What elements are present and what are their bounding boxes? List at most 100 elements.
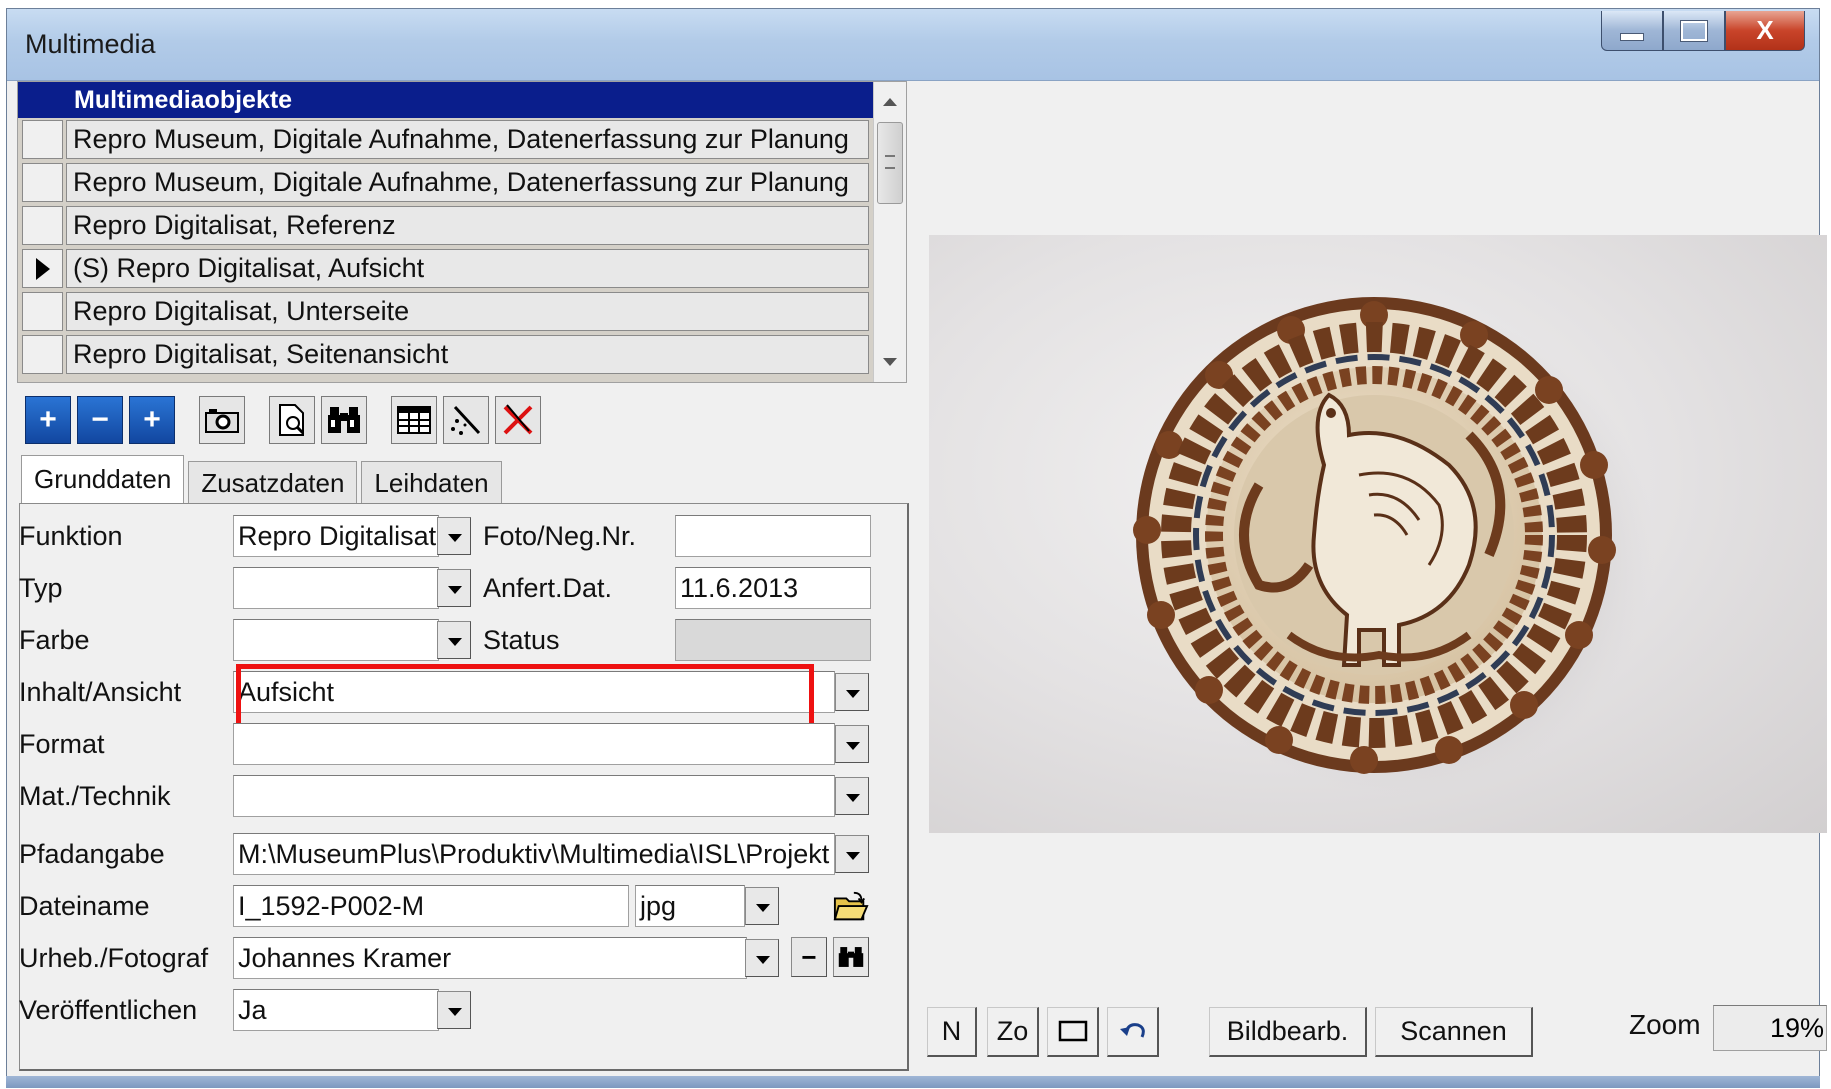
minimize-icon bbox=[1620, 32, 1644, 41]
dateiname-label: Dateiname bbox=[19, 891, 150, 921]
list-row[interactable]: Repro Digitalisat, Unterseite bbox=[18, 290, 873, 333]
typ-select[interactable] bbox=[233, 567, 439, 609]
search-button[interactable] bbox=[321, 396, 367, 444]
record-toolbar: + − + bbox=[25, 393, 547, 447]
list-row[interactable]: Repro Museum, Digitale Aufnahme, Datener… bbox=[18, 161, 873, 204]
add-copy-button[interactable]: + bbox=[129, 396, 175, 444]
typ-dropdown-button[interactable] bbox=[437, 569, 471, 607]
inhalt-ansicht-dropdown-button[interactable] bbox=[835, 673, 869, 711]
inhalt-ansicht-select[interactable]: Aufsicht bbox=[233, 671, 835, 713]
funktion-dropdown-button[interactable] bbox=[437, 517, 471, 555]
list-cell[interactable]: Repro Museum, Digitale Aufnahme, Datener… bbox=[66, 120, 869, 159]
mat-technik-label: Mat./Technik bbox=[19, 781, 171, 811]
maximize-button[interactable] bbox=[1663, 11, 1725, 51]
remove-photographer-button[interactable]: − bbox=[791, 937, 827, 977]
image-preview[interactable] bbox=[929, 235, 1827, 833]
anfert-dat-input[interactable]: 11.6.2013 bbox=[675, 567, 871, 609]
list-row[interactable]: Repro Digitalisat, Referenz bbox=[18, 204, 873, 247]
n-button[interactable]: N bbox=[927, 1007, 977, 1057]
tab-grunddaten[interactable]: Grunddaten bbox=[21, 455, 185, 505]
urheber-fotograf-label: Urheb./Fotograf bbox=[19, 943, 209, 973]
undo-icon bbox=[1119, 1023, 1145, 1038]
remove-button[interactable]: − bbox=[77, 396, 123, 444]
camera-icon bbox=[205, 409, 239, 433]
add-button[interactable]: + bbox=[25, 396, 71, 444]
binoculars-icon bbox=[838, 947, 864, 967]
minimize-button[interactable] bbox=[1601, 11, 1663, 51]
tab-zusatzdaten[interactable]: Zusatzdaten bbox=[188, 461, 358, 505]
add-icon: + bbox=[39, 403, 57, 436]
table-view-button[interactable] bbox=[391, 396, 437, 444]
zoom-value-field[interactable]: 19% bbox=[1713, 1005, 1827, 1051]
veroeffentlichen-dropdown-button[interactable] bbox=[437, 991, 471, 1029]
extension-dropdown-button[interactable] bbox=[745, 887, 779, 925]
zoom-button[interactable]: Zo bbox=[987, 1007, 1039, 1057]
tab-bar: Grunddaten Zusatzdaten Leihdaten bbox=[21, 455, 506, 505]
row-selector[interactable] bbox=[22, 163, 63, 202]
foto-neg-input[interactable] bbox=[675, 515, 871, 557]
funktion-select[interactable]: Repro Digitalisat bbox=[233, 515, 439, 557]
rectangle-icon bbox=[1058, 1020, 1087, 1042]
camera-button[interactable] bbox=[199, 396, 245, 444]
scroll-up-icon[interactable] bbox=[883, 98, 897, 106]
mat-technik-dropdown-button[interactable] bbox=[835, 777, 869, 815]
zoom-label: Zoom bbox=[1629, 1009, 1701, 1040]
anfert-dat-label: Anfert.Dat. bbox=[483, 573, 613, 603]
scroll-thumb[interactable] bbox=[877, 122, 903, 204]
urheber-fotograf-select[interactable]: Johannes Kramer bbox=[233, 937, 747, 979]
pfadangabe-select[interactable]: M:\MuseumPlus\Produktiv\Multimedia\ISL\P… bbox=[233, 833, 835, 875]
list-row[interactable]: Repro Digitalisat, Seitenansicht bbox=[18, 333, 873, 376]
row-selector[interactable] bbox=[22, 120, 63, 159]
preview-button[interactable] bbox=[269, 396, 315, 444]
farbe-label: Farbe bbox=[19, 625, 90, 655]
veroeffentlichen-select[interactable]: Ja bbox=[233, 989, 439, 1031]
scroll-down-icon[interactable] bbox=[883, 358, 897, 366]
magic-wand-icon bbox=[451, 405, 481, 435]
row-selector[interactable] bbox=[22, 335, 63, 374]
magic-wand-button[interactable] bbox=[443, 396, 489, 444]
list-scrollbar[interactable] bbox=[873, 82, 906, 382]
search-photographer-button[interactable] bbox=[833, 937, 869, 977]
extension-select[interactable]: jpg bbox=[635, 885, 745, 927]
funktion-label: Funktion bbox=[19, 521, 123, 551]
row-selector-current[interactable] bbox=[22, 249, 63, 288]
list-cell[interactable]: Repro Digitalisat, Seitenansicht bbox=[66, 335, 869, 374]
list-row[interactable]: Repro Museum, Digitale Aufnahme, Datener… bbox=[18, 118, 873, 161]
remove-icon: − bbox=[91, 403, 109, 436]
row-selector[interactable] bbox=[22, 292, 63, 331]
undo-button[interactable] bbox=[1107, 1007, 1159, 1057]
frame-button[interactable] bbox=[1047, 1007, 1099, 1057]
pfadangabe-label: Pfadangabe bbox=[19, 839, 165, 869]
list-header: Multimediaobjekte bbox=[18, 82, 873, 118]
mat-technik-select[interactable] bbox=[233, 775, 835, 817]
list-cell[interactable]: Repro Museum, Digitale Aufnahme, Datener… bbox=[66, 163, 869, 202]
title-bar[interactable]: Multimedia X bbox=[7, 9, 1819, 81]
list-row-selected[interactable]: (S) Repro Digitalisat, Aufsicht bbox=[18, 247, 873, 290]
foto-neg-label: Foto/Neg.Nr. bbox=[483, 521, 637, 551]
window-title: Multimedia bbox=[25, 29, 156, 59]
open-folder-button[interactable] bbox=[833, 887, 869, 927]
close-button[interactable]: X bbox=[1725, 11, 1805, 51]
open-folder-icon bbox=[833, 891, 869, 921]
window-controls: X bbox=[1601, 11, 1805, 53]
scannen-button[interactable]: Scannen bbox=[1375, 1007, 1533, 1057]
delete-link-button[interactable] bbox=[495, 396, 541, 444]
inhalt-ansicht-label: Inhalt/Ansicht bbox=[19, 677, 182, 707]
row-selector[interactable] bbox=[22, 206, 63, 245]
document-preview-icon bbox=[279, 404, 305, 436]
tab-leihdaten[interactable]: Leihdaten bbox=[361, 461, 502, 505]
farbe-dropdown-button[interactable] bbox=[437, 621, 471, 659]
bildbearb-button[interactable]: Bildbearb. bbox=[1209, 1007, 1367, 1057]
farbe-select[interactable] bbox=[233, 619, 439, 661]
format-dropdown-button[interactable] bbox=[835, 725, 869, 763]
list-cell[interactable]: Repro Digitalisat, Unterseite bbox=[66, 292, 869, 331]
delete-cross-icon bbox=[503, 404, 533, 435]
window-bottom-border bbox=[6, 1076, 1820, 1088]
pfadangabe-dropdown-button[interactable] bbox=[835, 835, 869, 873]
list-cell[interactable]: Repro Digitalisat, Referenz bbox=[66, 206, 869, 245]
list-cell[interactable]: (S) Repro Digitalisat, Aufsicht bbox=[66, 249, 869, 288]
dateiname-input[interactable]: I_1592-P002-M bbox=[233, 885, 629, 927]
urheber-dropdown-button[interactable] bbox=[745, 939, 779, 977]
multimedia-object-list[interactable]: Multimediaobjekte Repro Museum, Digitale… bbox=[17, 81, 907, 383]
format-select[interactable] bbox=[233, 723, 835, 765]
